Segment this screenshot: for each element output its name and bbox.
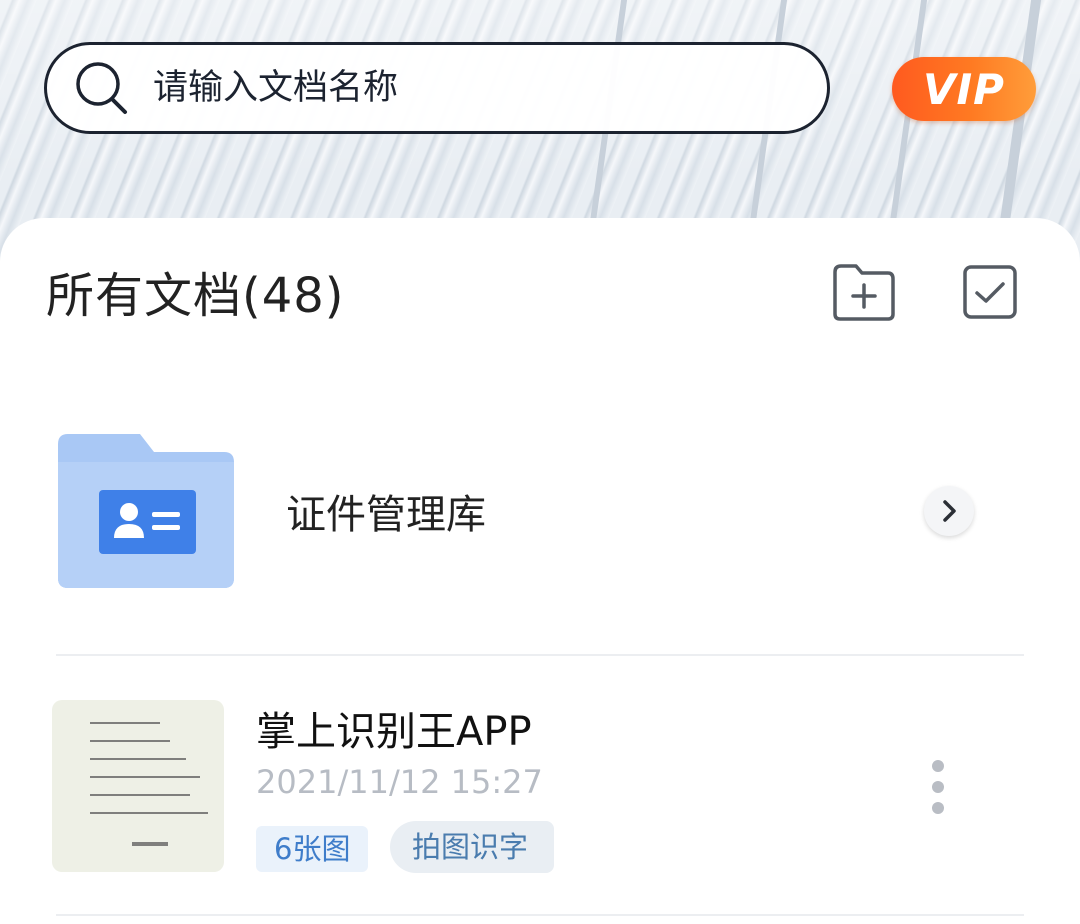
vip-button[interactable]: VIP: [892, 57, 1036, 121]
divider: [56, 654, 1024, 656]
document-timestamp: 2021/11/12 15:27: [256, 763, 543, 801]
chevron-right-icon[interactable]: [924, 486, 974, 536]
folder-label: 证件管理库: [286, 492, 486, 538]
divider: [56, 914, 1024, 916]
recognition-type-badge: 拍图识字: [390, 821, 555, 873]
document-title[interactable]: 掌上识别王APP: [256, 706, 532, 758]
search-icon: [76, 62, 127, 114]
more-vertical-icon[interactable]: [928, 760, 948, 820]
page-title: 所有文档(48): [46, 268, 345, 324]
search-bar[interactable]: [44, 42, 830, 134]
id-card-folder-icon: [58, 434, 234, 588]
folder-plus-icon[interactable]: [832, 262, 896, 322]
document-thumbnail[interactable]: [52, 700, 224, 872]
page-count-badge: 6张图: [256, 826, 369, 872]
checkbox-icon[interactable]: [962, 264, 1018, 320]
search-input[interactable]: [151, 67, 795, 109]
